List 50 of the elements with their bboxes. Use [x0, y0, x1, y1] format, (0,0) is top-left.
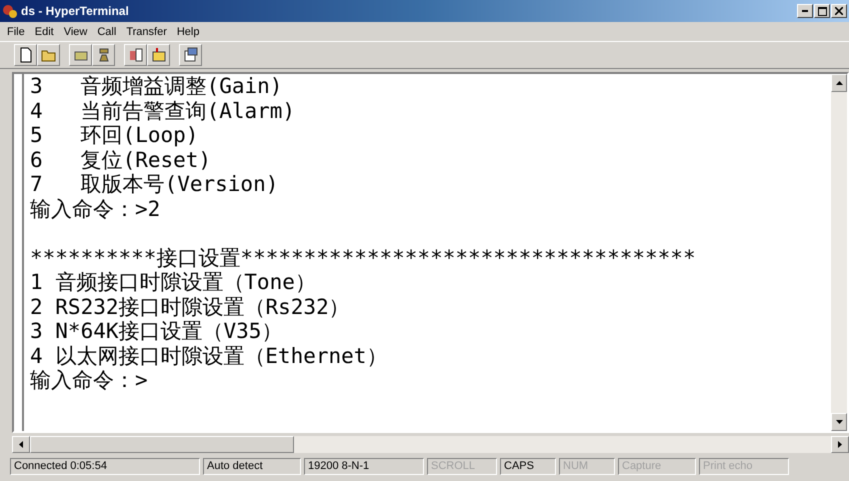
terminal-line: 1 音频接口时隙设置（Tone） — [30, 270, 316, 294]
scroll-thumb[interactable] — [30, 436, 294, 453]
menu-item[interactable]: View — [60, 26, 90, 38]
vertical-scrollbar[interactable] — [831, 74, 847, 431]
left-arrow-icon — [19, 441, 23, 448]
menu-item[interactable]: File — [4, 26, 28, 38]
minimize-icon — [802, 10, 808, 12]
terminal-line: 2 RS232接口时隙设置（Rs232） — [30, 294, 350, 318]
down-arrow-icon — [836, 420, 842, 424]
horizontal-scrollbar[interactable] — [12, 436, 849, 453]
terminal-line: 7 取版本号(Version) — [30, 172, 278, 196]
document-icon — [18, 47, 34, 63]
terminal-line: 3 N*64K接口设置（V35） — [30, 319, 282, 343]
terminal-line: 输入命令：>2 — [30, 196, 160, 220]
maximize-button[interactable] — [814, 4, 830, 18]
status-pane: CAPS — [500, 458, 556, 474]
menu-item[interactable]: Help — [174, 26, 202, 38]
properties-icon — [182, 47, 198, 63]
terminal-line: **********接口设置************************************ — [30, 246, 696, 270]
disconnect-button[interactable] — [92, 44, 115, 66]
minimize-button[interactable] — [797, 4, 813, 18]
scroll-left-button[interactable] — [12, 436, 30, 453]
properties-button[interactable] — [179, 44, 202, 66]
up-arrow-icon — [836, 81, 842, 85]
receive-button[interactable] — [147, 44, 170, 66]
maximize-icon — [818, 6, 826, 16]
scroll-down-button[interactable] — [831, 413, 847, 431]
menu-item[interactable]: Edit — [32, 26, 57, 38]
window-title: ds - HyperTerminal — [21, 4, 129, 18]
right-arrow-icon — [838, 441, 842, 448]
terminal-line: 输入命令：> — [30, 368, 148, 392]
scroll-up-button[interactable] — [831, 74, 847, 92]
app-icon — [2, 3, 18, 19]
send-button[interactable] — [124, 44, 147, 66]
status-pane: Auto detect — [203, 458, 301, 474]
close-icon — [835, 7, 843, 15]
terminal-line: 3 音频增益调整(Gain) — [30, 74, 282, 98]
open-folder-button[interactable] — [37, 44, 60, 66]
call-button[interactable] — [69, 44, 92, 66]
status-pane: 19200 8-N-1 — [304, 458, 424, 474]
new-file-button[interactable] — [14, 44, 37, 66]
terminal-line: 5 环回(Loop) — [30, 123, 198, 147]
close-button[interactable] — [831, 4, 847, 18]
scroll-right-button[interactable] — [831, 436, 849, 453]
status-pane: Connected 0:05:54 — [10, 458, 200, 474]
menu-item[interactable]: Transfer — [123, 26, 170, 38]
terminal-line: 4 以太网接口时隙设置（Ethernet） — [30, 344, 388, 368]
terminal-line: 6 复位(Reset) — [30, 148, 212, 172]
terminal-line: 4 当前告警查询(Alarm) — [30, 98, 296, 122]
menu-item[interactable]: Call — [94, 26, 120, 38]
